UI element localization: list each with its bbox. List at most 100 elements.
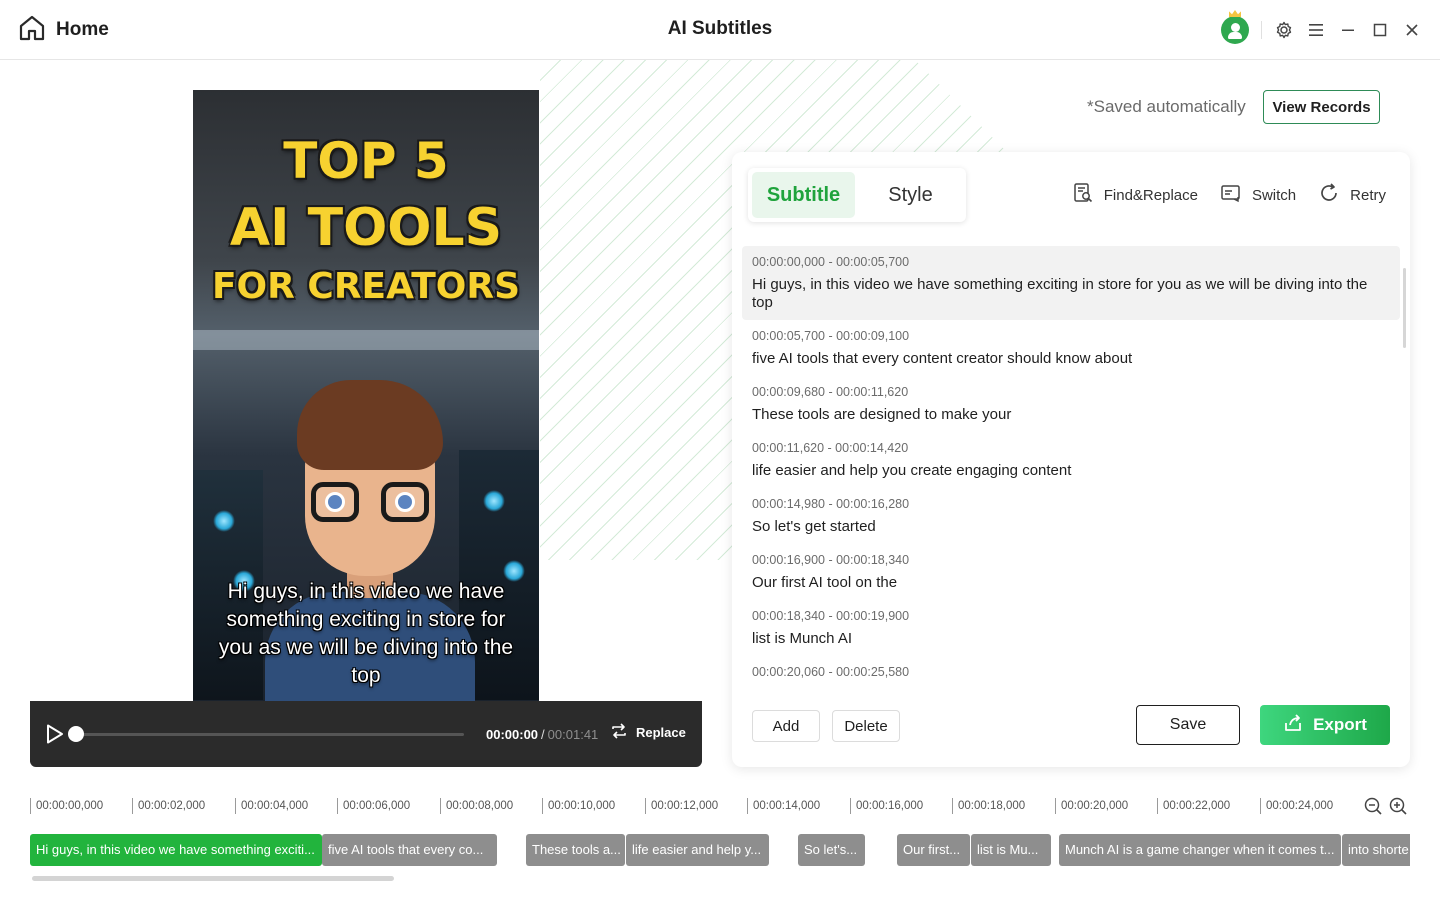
subtitle-timestamp: 00:00:18,340 - 00:00:19,900 (752, 609, 910, 623)
timeline-clips[interactable]: Hi guys, in this video we have something… (30, 834, 1410, 866)
video-preview[interactable]: TOP 5 AI TOOLS FOR CREATORS Hi guys, in … (193, 90, 539, 701)
timeline-clip[interactable]: So let's... (798, 834, 865, 866)
timeline-tick: 00:00:06,000 (337, 798, 410, 814)
export-button[interactable]: Export (1260, 705, 1390, 745)
panel-toolbar: Find&Replace Switch Retry (1072, 182, 1386, 208)
video-title-line1: TOP 5 (283, 132, 449, 190)
video-subtitle-overlay: Hi guys, in this video we have something… (218, 580, 514, 687)
replace-button[interactable]: Replace (610, 723, 686, 742)
autosave-status: *Saved automatically (1087, 97, 1246, 116)
home-icon (18, 14, 46, 47)
subtitle-entry[interactable]: 00:00:18,340 - 00:00:19,900 list is Munc… (742, 600, 1400, 656)
timeline-tick: 00:00:12,000 (645, 798, 718, 814)
timeline-tick: 00:00:20,000 (1055, 798, 1128, 814)
retry-icon (1318, 182, 1340, 208)
replace-icon (610, 723, 628, 742)
video-title-line2: AI TOOLS (229, 198, 503, 258)
timeline-tick: 00:00:02,000 (132, 798, 205, 814)
subtitle-text[interactable]: life easier and help you create engaging… (752, 462, 1390, 480)
timeline-tick: 00:00:22,000 (1157, 798, 1230, 814)
subtitle-text[interactable]: five AI tools that every content creator… (752, 350, 1390, 368)
maximize-icon[interactable] (1370, 20, 1390, 40)
video-title-line3: FOR CREATORS (211, 266, 521, 307)
delete-button[interactable]: Delete (832, 710, 900, 742)
subtitle-timestamp: 00:00:09,680 - 00:00:11,620 (752, 385, 909, 399)
timeline-clip[interactable]: Munch AI is a game changer when it comes… (1059, 834, 1341, 866)
subtitle-timestamp: 00:00:20,060 - 00:00:25,580 (752, 665, 910, 679)
current-time: 00:00:00 (486, 727, 539, 742)
subtitle-entry[interactable]: 00:00:14,980 - 00:00:16,280 So let's get… (742, 488, 1400, 544)
tab-subtitle[interactable]: Subtitle (752, 172, 855, 218)
timeline-tick: 00:00:04,000 (235, 798, 308, 814)
add-button[interactable]: Add (752, 710, 820, 742)
time-separator: / (541, 727, 545, 742)
timeline-clip[interactable]: five AI tools that every co... (322, 834, 497, 866)
subtitle-timestamp: 00:00:11,620 - 00:00:14,420 (752, 441, 909, 455)
subtitle-text[interactable]: These tools are designed to make your (752, 406, 1390, 424)
timeline-tick: 00:00:16,000 (850, 798, 923, 814)
subtitle-list-scrollbar[interactable] (1403, 268, 1406, 348)
tab-style[interactable]: Style (859, 172, 962, 218)
find-replace-button[interactable]: Find&Replace (1072, 182, 1198, 208)
subtitle-timestamp: 00:00:00,000 - 00:00:05,700 (752, 255, 910, 269)
seek-bar[interactable] (78, 733, 464, 736)
timeline-tick: 00:00:10,000 (542, 798, 615, 814)
retry-label: Retry (1350, 186, 1386, 204)
subtitle-entry[interactable]: 00:00:16,900 - 00:00:18,340 Our first AI… (742, 544, 1400, 600)
timeline-tick: 00:00:14,000 (747, 798, 820, 814)
subtitle-text[interactable]: So let's get started (752, 518, 1390, 536)
player-controls: 00:00:00/00:01:41 Replace (30, 701, 702, 767)
subtitle-entry[interactable]: 00:00:05,700 - 00:00:09,100 five AI tool… (742, 320, 1400, 376)
menu-icon[interactable] (1306, 20, 1326, 40)
subtitle-text[interactable]: list is Munch AI (752, 630, 1390, 648)
switch-label: Switch (1251, 186, 1297, 204)
subtitle-timestamp: 00:00:05,700 - 00:00:09,100 (752, 329, 910, 343)
zoom-out-icon[interactable] (1363, 796, 1383, 816)
subtitle-text[interactable]: Hi guys, in this video we have something… (752, 276, 1390, 312)
view-records-button[interactable]: View Records (1263, 90, 1380, 124)
subtitle-entry[interactable]: 00:00:11,620 - 00:00:14,420 life easier … (742, 432, 1400, 488)
subtitle-entry[interactable]: 00:00:20,060 - 00:00:25,580 (742, 656, 1400, 684)
retry-button[interactable]: Retry (1318, 182, 1386, 208)
settings-icon[interactable] (1274, 20, 1294, 40)
subtitle-timestamp: 00:00:16,900 - 00:00:18,340 (752, 553, 910, 567)
seek-handle[interactable] (68, 726, 84, 742)
timeline-tick: 00:00:00,000 (30, 798, 103, 814)
subtitle-panel: Subtitle Style Find&Replace Switch Retry… (732, 152, 1410, 767)
zoom-in-icon[interactable] (1388, 796, 1408, 816)
play-icon[interactable] (46, 724, 66, 744)
timeline-tick: 00:00:18,000 (952, 798, 1025, 814)
switch-button[interactable]: Switch (1220, 182, 1296, 208)
subtitle-text[interactable]: Our first AI tool on the (752, 574, 1390, 592)
timeline-clip[interactable]: life easier and help y... (626, 834, 769, 866)
subtitle-entry[interactable]: 00:00:00,000 - 00:00:05,700 Hi guys, in … (742, 246, 1400, 320)
timeline-tick: 00:00:24,000 (1260, 798, 1333, 814)
export-icon (1283, 713, 1303, 738)
title-bar: Home AI Subtitles (0, 0, 1440, 60)
save-button[interactable]: Save (1136, 705, 1240, 745)
duration: 00:01:41 (547, 727, 599, 742)
window-controls (1221, 10, 1422, 46)
timeline-clip[interactable]: Our first... (897, 834, 970, 866)
home-label: Home (56, 19, 109, 40)
crown-icon (1229, 10, 1241, 17)
timeline-clip[interactable]: list is Mu... (971, 834, 1051, 866)
panel-tabs: Subtitle Style (748, 168, 966, 222)
close-icon[interactable] (1402, 20, 1422, 40)
timeline-ruler[interactable]: 00:00:00,000 00:00:02,000 00:00:04,000 0… (30, 798, 1355, 816)
switch-icon (1220, 182, 1242, 208)
timeline-clip[interactable]: into shorte (1342, 834, 1410, 866)
timeline-clip[interactable]: Hi guys, in this video we have something… (30, 834, 322, 866)
timeline-scrollbar[interactable] (32, 876, 394, 881)
replace-label: Replace (636, 725, 686, 740)
time-display: 00:00:00/00:01:41 (486, 727, 598, 742)
subtitle-list[interactable]: 00:00:00,000 - 00:00:05,700 Hi guys, in … (742, 246, 1400, 684)
timeline-clip[interactable]: These tools a... (526, 834, 625, 866)
minimize-icon[interactable] (1338, 20, 1358, 40)
find-replace-icon (1072, 182, 1094, 208)
export-label: Export (1313, 715, 1367, 734)
avatar[interactable] (1221, 10, 1249, 44)
subtitle-timestamp: 00:00:14,980 - 00:00:16,280 (752, 497, 910, 511)
subtitle-entry[interactable]: 00:00:09,680 - 00:00:11,620 These tools … (742, 376, 1400, 432)
home-button[interactable]: Home (18, 14, 109, 46)
